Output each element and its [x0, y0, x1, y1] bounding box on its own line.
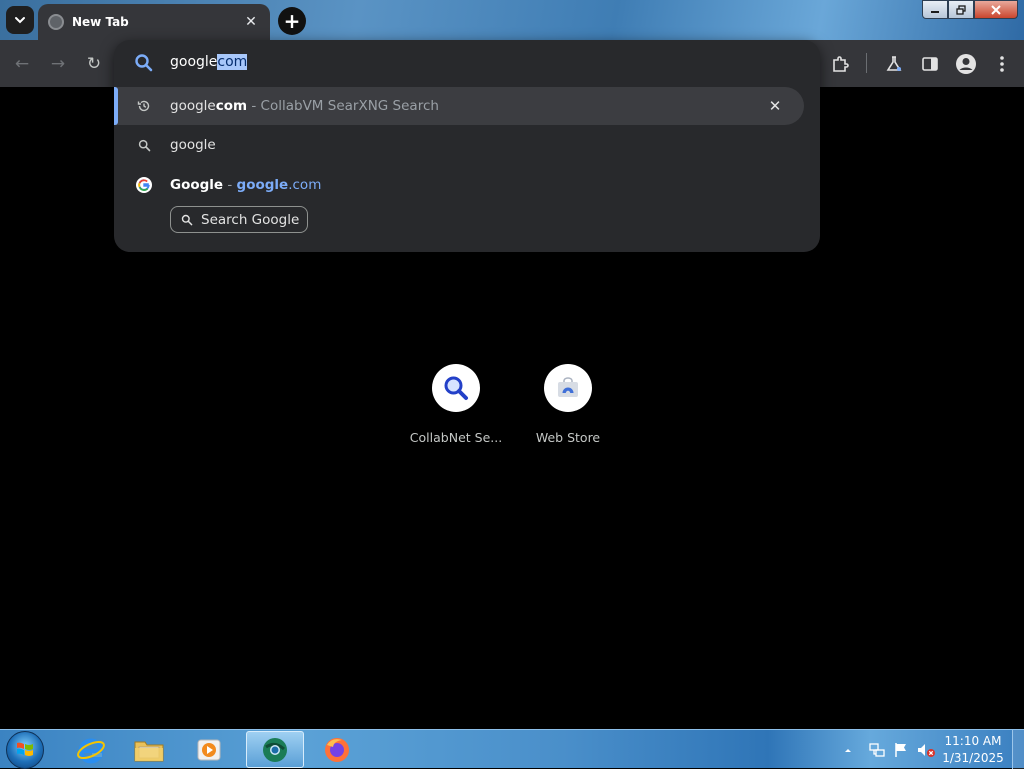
suggestion-google-site[interactable]: Google - google.com — [114, 166, 804, 204]
avatar-icon — [956, 54, 976, 74]
back-button[interactable]: ← — [10, 52, 34, 76]
internet-explorer-icon — [77, 738, 105, 763]
clock-date: 1/31/2025 — [942, 751, 1004, 765]
taskbar-file-explorer[interactable] — [120, 731, 178, 768]
media-player-icon — [197, 739, 221, 760]
close-window-button[interactable] — [974, 0, 1018, 19]
search-google-chip[interactable]: Search Google — [170, 206, 309, 233]
taskbar-clock[interactable]: 11:10 AM 1/31/2025 — [938, 733, 1008, 767]
tab-title: New Tab — [72, 15, 129, 29]
menu-button[interactable] — [990, 52, 1014, 76]
labs-button[interactable] — [882, 52, 906, 76]
taskbar-chrome[interactable] — [246, 731, 304, 768]
taskbar-internet-explorer[interactable] — [62, 731, 120, 768]
action-center-flag-icon[interactable] — [892, 741, 910, 759]
search-icon — [136, 137, 152, 153]
suggestion-url-rest: .com — [288, 177, 322, 193]
new-tab-button[interactable]: + — [278, 7, 306, 35]
shortcut-label: Web Store — [535, 430, 601, 445]
clock-time: 11:10 AM — [944, 734, 1002, 748]
suggestion-search[interactable]: google — [114, 126, 804, 164]
network-icon[interactable] — [868, 741, 886, 759]
file-explorer-icon — [134, 741, 164, 761]
suggestion-text: Google - google.com — [170, 177, 321, 193]
chrome-icon — [263, 737, 287, 762]
start-button[interactable] — [6, 731, 44, 769]
close-icon — [991, 4, 1001, 15]
show-desktop-button[interactable] — [1012, 730, 1024, 769]
taskbar: 11:10 AM 1/31/2025 — [0, 729, 1024, 769]
minimize-button[interactable] — [922, 0, 948, 19]
suggestion-text: googlecom - CollabVM SearXNG Search — [170, 98, 439, 114]
search-icon — [135, 54, 153, 72]
suggestion-history[interactable]: googlecom - CollabVM SearXNG Search ✕ — [114, 87, 804, 125]
suggestion-separator: - — [247, 98, 261, 114]
suggestion-match: google — [170, 98, 216, 114]
shortcut-label: CollabNet Se... — [409, 430, 503, 445]
web-store-icon — [558, 377, 578, 397]
shortcut-tile-collabnet[interactable]: CollabNet Se... — [400, 364, 512, 445]
taskbar-media-player[interactable] — [180, 731, 238, 768]
omnibox-popup: googlecom googlecom - CollabVM SearXNG S… — [114, 40, 820, 252]
tab-search-button[interactable] — [6, 6, 34, 34]
extensions-button[interactable] — [828, 52, 852, 76]
profile-button[interactable] — [954, 52, 978, 76]
firefox-icon — [325, 737, 349, 762]
minimize-icon — [931, 10, 939, 13]
more-vert-icon — [1000, 56, 1004, 72]
suggestion-text: google — [170, 137, 216, 153]
shortcut-icon-circle — [544, 364, 592, 412]
flask-icon — [886, 56, 902, 71]
suggestion-url: google.com — [237, 177, 322, 193]
address-bar[interactable]: googlecom — [114, 40, 820, 86]
shortcut-tile-web-store[interactable]: Web Store — [512, 364, 624, 445]
window-controls — [922, 0, 1018, 19]
volume-muted-icon[interactable] — [916, 741, 936, 759]
title-bar: New Tab ✕ + — [0, 0, 1024, 40]
tab-close-icon[interactable]: ✕ — [242, 14, 260, 30]
puzzle-icon — [833, 56, 849, 72]
autocomplete-selection: com — [217, 54, 248, 70]
search-google-chip-label: Search Google — [201, 211, 300, 228]
remove-suggestion-icon[interactable]: ✕ — [766, 97, 784, 115]
history-icon — [136, 98, 152, 114]
suggestion-title: Google — [170, 177, 224, 193]
side-panel-icon — [922, 57, 938, 71]
tab-favicon-icon — [48, 14, 64, 30]
forward-button[interactable]: → — [46, 52, 70, 76]
windows-logo-icon — [17, 742, 33, 756]
restore-icon — [956, 4, 966, 15]
suggestion-url-match: google — [236, 177, 289, 193]
collabnet-search-icon — [444, 376, 468, 400]
reload-button[interactable]: ↻ — [82, 52, 106, 76]
side-panel-button[interactable] — [918, 52, 942, 76]
show-hidden-icons-icon[interactable] — [842, 744, 854, 756]
system-tray — [842, 730, 936, 769]
google-g-icon — [136, 177, 152, 193]
tab-new-tab[interactable]: New Tab ✕ — [38, 4, 270, 40]
restore-button[interactable] — [948, 0, 974, 19]
suggestion-completion: com — [215, 98, 248, 114]
address-input-text[interactable]: googlecom — [170, 54, 248, 70]
suggestion-description: CollabVM SearXNG Search — [260, 98, 439, 114]
typed-text: google — [170, 54, 218, 70]
shortcut-icon-circle — [432, 364, 480, 412]
suggestion-separator: - — [223, 177, 237, 193]
chevron-down-icon — [15, 17, 25, 24]
taskbar-firefox[interactable] — [308, 731, 366, 768]
search-icon — [181, 214, 193, 226]
toolbar-divider — [866, 53, 867, 73]
